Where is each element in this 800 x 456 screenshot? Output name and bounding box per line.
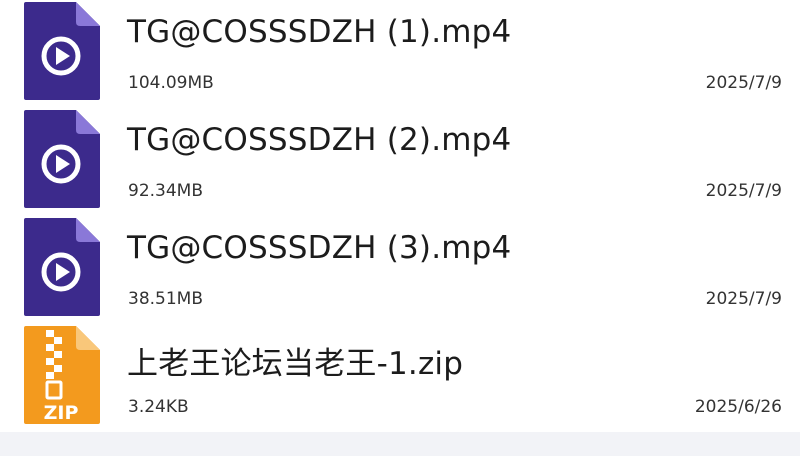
file-size: 3.24KB (128, 397, 189, 417)
video-file-icon (24, 2, 100, 100)
video-file-icon (24, 110, 100, 208)
file-size: 92.34MB (128, 181, 203, 201)
file-row-4[interactable]: ZIP 上老王论坛当老王-1.zip 3.24KB 2025/6/26 (0, 324, 800, 432)
file-name: 上老王论坛当老王-1.zip (127, 346, 464, 382)
file-name: TG@COSSSDZH (1).mp4 (127, 14, 512, 50)
file-row-2[interactable]: TG@COSSSDZH (2).mp4 92.34MB 2025/7/9 (0, 108, 800, 216)
file-date: 2025/7/9 (705, 289, 782, 309)
file-date: 2025/6/26 (694, 397, 782, 417)
file-size: 38.51MB (128, 289, 203, 309)
file-date: 2025/7/9 (705, 73, 782, 93)
file-date: 2025/7/9 (705, 181, 782, 201)
zip-icon-label: ZIP (44, 402, 79, 424)
file-row-3[interactable]: TG@COSSSDZH (3).mp4 38.51MB 2025/7/9 (0, 216, 800, 324)
file-size: 104.09MB (128, 73, 214, 93)
video-file-icon (24, 218, 100, 316)
file-row-1[interactable]: TG@COSSSDZH (1).mp4 104.09MB 2025/7/9 (0, 0, 800, 108)
file-name: TG@COSSSDZH (2).mp4 (127, 122, 512, 158)
bottom-strip (0, 432, 800, 456)
zip-file-icon: ZIP (24, 326, 100, 424)
file-name: TG@COSSSDZH (3).mp4 (127, 230, 512, 266)
file-list: TG@COSSSDZH (1).mp4 104.09MB 2025/7/9 TG… (0, 0, 800, 432)
